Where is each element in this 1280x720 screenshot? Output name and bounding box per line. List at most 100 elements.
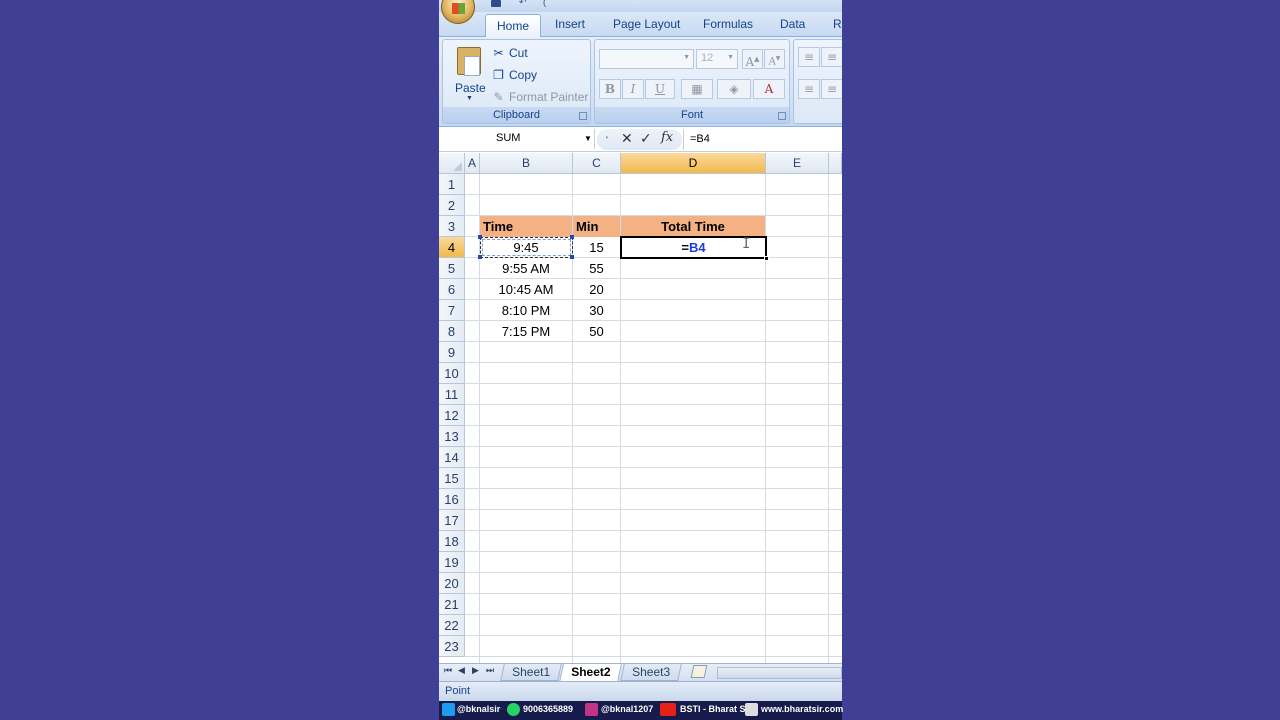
row-header-3[interactable]: 3 bbox=[439, 216, 465, 237]
instagram-icon bbox=[585, 703, 598, 716]
row-header-18[interactable]: 18 bbox=[439, 531, 465, 552]
italic-button[interactable]: I bbox=[622, 79, 644, 99]
column-header-c[interactable]: C bbox=[573, 153, 621, 174]
paste-button[interactable]: Paste bbox=[455, 81, 486, 95]
spreadsheet-grid[interactable]: A B C D E 1 2 3 4 5 6 7 8 9 10 11 12 13 14 15 16 17 18 19 2… bbox=[439, 153, 842, 663]
row-header-9[interactable]: 9 bbox=[439, 342, 465, 363]
row-header-15[interactable]: 15 bbox=[439, 468, 465, 489]
tab-review[interactable]: Re bbox=[833, 17, 842, 31]
chevron-down-icon[interactable]: ▼ bbox=[466, 95, 473, 102]
horizontal-scrollbar[interactable] bbox=[717, 667, 842, 679]
grow-font-icon[interactable]: A▲ bbox=[742, 49, 763, 69]
row-header-23[interactable]: 23 bbox=[439, 636, 465, 657]
cell-b3[interactable]: Time bbox=[480, 216, 572, 237]
row-header-20[interactable]: 20 bbox=[439, 573, 465, 594]
cell-c5[interactable]: 55 bbox=[573, 258, 620, 279]
select-all-button[interactable] bbox=[439, 153, 465, 174]
formula-input[interactable]: =B4 bbox=[683, 129, 842, 150]
format-painter-button[interactable]: ✎ Format Painter bbox=[491, 90, 588, 104]
gridline bbox=[465, 656, 842, 657]
font-color-icon[interactable]: A bbox=[753, 79, 785, 99]
row-header-5[interactable]: 5 bbox=[439, 258, 465, 279]
row-header-10[interactable]: 10 bbox=[439, 363, 465, 384]
column-header-d[interactable]: D bbox=[621, 153, 766, 174]
row-header-14[interactable]: 14 bbox=[439, 447, 465, 468]
cell-c4[interactable]: 15 bbox=[573, 237, 620, 258]
marquee-handle bbox=[478, 235, 482, 239]
cell-b6[interactable]: 10:45 AM bbox=[480, 279, 572, 300]
name-box[interactable]: SUM bbox=[439, 129, 595, 149]
tab-page-layout[interactable]: Page Layout bbox=[613, 17, 680, 31]
cell-c7[interactable]: 30 bbox=[573, 300, 620, 321]
font-launcher-icon[interactable] bbox=[778, 112, 786, 120]
row-header-21[interactable]: 21 bbox=[439, 594, 465, 615]
sheet-tab-sheet3[interactable]: Sheet3 bbox=[620, 664, 682, 681]
cell-c6[interactable]: 20 bbox=[573, 279, 620, 300]
row-header-17[interactable]: 17 bbox=[439, 510, 465, 531]
column-header-a[interactable]: A bbox=[465, 153, 480, 174]
sheet-tab-sheet2[interactable]: Sheet2 bbox=[559, 664, 623, 682]
tab-data[interactable]: Data bbox=[780, 17, 805, 31]
clipboard-launcher-icon[interactable] bbox=[579, 112, 587, 120]
cell-c3[interactable]: Min bbox=[573, 216, 620, 237]
row-header-6[interactable]: 6 bbox=[439, 279, 465, 300]
sheet-tab-sheet1[interactable]: Sheet1 bbox=[500, 664, 562, 681]
gridline bbox=[465, 572, 842, 573]
borders-icon[interactable]: ▦ bbox=[681, 79, 713, 99]
row-header-1[interactable]: 1 bbox=[439, 174, 465, 195]
row-header-22[interactable]: 22 bbox=[439, 615, 465, 636]
row-header-7[interactable]: 7 bbox=[439, 300, 465, 321]
tab-label: Formulas bbox=[703, 17, 754, 31]
row-header-2[interactable]: 2 bbox=[439, 195, 465, 216]
cell-d3[interactable]: Total Time bbox=[621, 216, 765, 237]
formula-prefix: = bbox=[681, 240, 689, 255]
align-middle-icon[interactable]: ≡ bbox=[821, 47, 842, 67]
row-header-8[interactable]: 8 bbox=[439, 321, 465, 342]
insert-function-icon[interactable]: fx bbox=[661, 130, 673, 145]
save-icon[interactable] bbox=[491, 0, 501, 7]
text-cursor-icon: I bbox=[742, 236, 751, 252]
underline-button[interactable]: U bbox=[645, 79, 675, 99]
cancel-icon[interactable]: ✕ bbox=[621, 130, 633, 147]
last-sheet-icon[interactable]: ⏭ bbox=[486, 665, 494, 676]
chevron-down-icon[interactable]: ▼ bbox=[584, 134, 592, 143]
align-center-icon[interactable]: ≡ bbox=[821, 79, 842, 99]
youtube-channel: BSTI - Bharat Sir bbox=[680, 704, 752, 714]
next-sheet-icon[interactable]: ▶ bbox=[472, 665, 479, 676]
tab-formulas[interactable]: Formulas bbox=[703, 17, 753, 31]
bold-button[interactable]: B bbox=[599, 79, 621, 99]
cut-button[interactable]: ✂ Cut bbox=[491, 46, 527, 60]
first-sheet-icon[interactable]: ⏮ bbox=[444, 665, 452, 676]
redo-icon[interactable]: ( bbox=[543, 0, 546, 7]
undo-icon[interactable]: ↶ bbox=[519, 0, 527, 7]
row-header-13[interactable]: 13 bbox=[439, 426, 465, 447]
tab-home[interactable]: Home bbox=[485, 14, 542, 38]
align-left-icon[interactable]: ≡ bbox=[798, 79, 820, 99]
fill-color-icon[interactable]: ◈ bbox=[717, 79, 751, 99]
row-header-12[interactable]: 12 bbox=[439, 405, 465, 426]
font-size-select[interactable]: 12 ▼ bbox=[696, 49, 738, 69]
align-top-icon[interactable]: ≡ bbox=[798, 47, 820, 67]
column-header-b[interactable]: B bbox=[480, 153, 573, 174]
column-header-f[interactable] bbox=[829, 153, 842, 174]
cell-b5[interactable]: 9:55 AM bbox=[480, 258, 572, 279]
row-header-11[interactable]: 11 bbox=[439, 384, 465, 405]
fill-handle[interactable] bbox=[764, 256, 769, 261]
row-header-19[interactable]: 19 bbox=[439, 552, 465, 573]
paste-icon[interactable] bbox=[457, 47, 481, 76]
row-header-16[interactable]: 16 bbox=[439, 489, 465, 510]
gridline bbox=[465, 551, 842, 552]
cell-b7[interactable]: 8:10 PM bbox=[480, 300, 572, 321]
expand-icon[interactable]: ◔ bbox=[603, 133, 609, 144]
shrink-font-icon[interactable]: A▼ bbox=[764, 49, 785, 69]
row-header-4[interactable]: 4 bbox=[439, 237, 465, 258]
enter-icon[interactable]: ✓ bbox=[640, 130, 652, 147]
cell-c8[interactable]: 50 bbox=[573, 321, 620, 342]
cell-b8[interactable]: 7:15 PM bbox=[480, 321, 572, 342]
font-name-select[interactable]: ▼ bbox=[599, 49, 694, 69]
insert-sheet-icon[interactable] bbox=[690, 665, 708, 678]
column-header-e[interactable]: E bbox=[766, 153, 829, 174]
tab-insert[interactable]: Insert bbox=[555, 17, 585, 31]
copy-button[interactable]: ❐ Copy bbox=[491, 68, 537, 82]
prev-sheet-icon[interactable]: ◀ bbox=[458, 665, 465, 676]
